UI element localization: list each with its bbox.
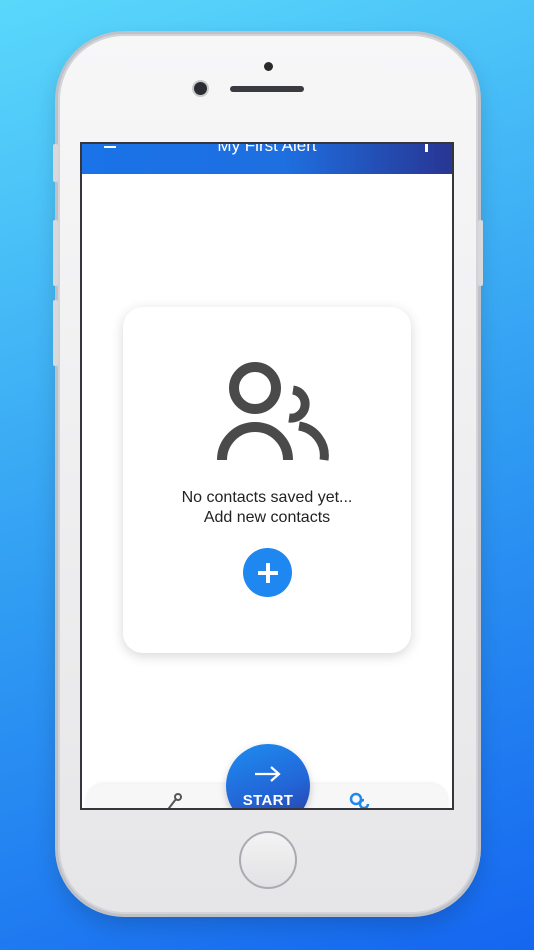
home-button[interactable]	[239, 831, 297, 889]
add-contact-button[interactable]	[243, 548, 292, 597]
contacts-icon[interactable]	[348, 792, 372, 810]
proximity-sensor	[264, 62, 273, 71]
phone-volume-up	[53, 220, 58, 286]
app-bar: My First Alert	[82, 144, 452, 174]
plus-icon	[257, 562, 278, 583]
phone-mute-switch	[53, 144, 58, 182]
route-icon[interactable]	[162, 792, 184, 810]
empty-message-line1: No contacts saved yet...	[181, 489, 353, 506]
start-button-label: START	[242, 792, 294, 809]
earpiece-speaker	[230, 86, 304, 92]
app-screen: My First Alert No contacts saved yet... …	[80, 142, 454, 810]
arrow-right-icon	[255, 766, 281, 782]
empty-contacts-card: No contacts saved yet... Add new contact…	[123, 307, 411, 653]
more-vert-icon[interactable]	[425, 144, 428, 152]
front-camera	[194, 82, 207, 95]
people-icon	[217, 362, 329, 461]
start-button[interactable]: START	[226, 744, 310, 809]
app-title: My First Alert	[217, 144, 317, 155]
empty-message-line2: Add new contacts	[203, 509, 331, 526]
phone-volume-down	[53, 300, 58, 366]
phone-power-button	[478, 220, 483, 286]
